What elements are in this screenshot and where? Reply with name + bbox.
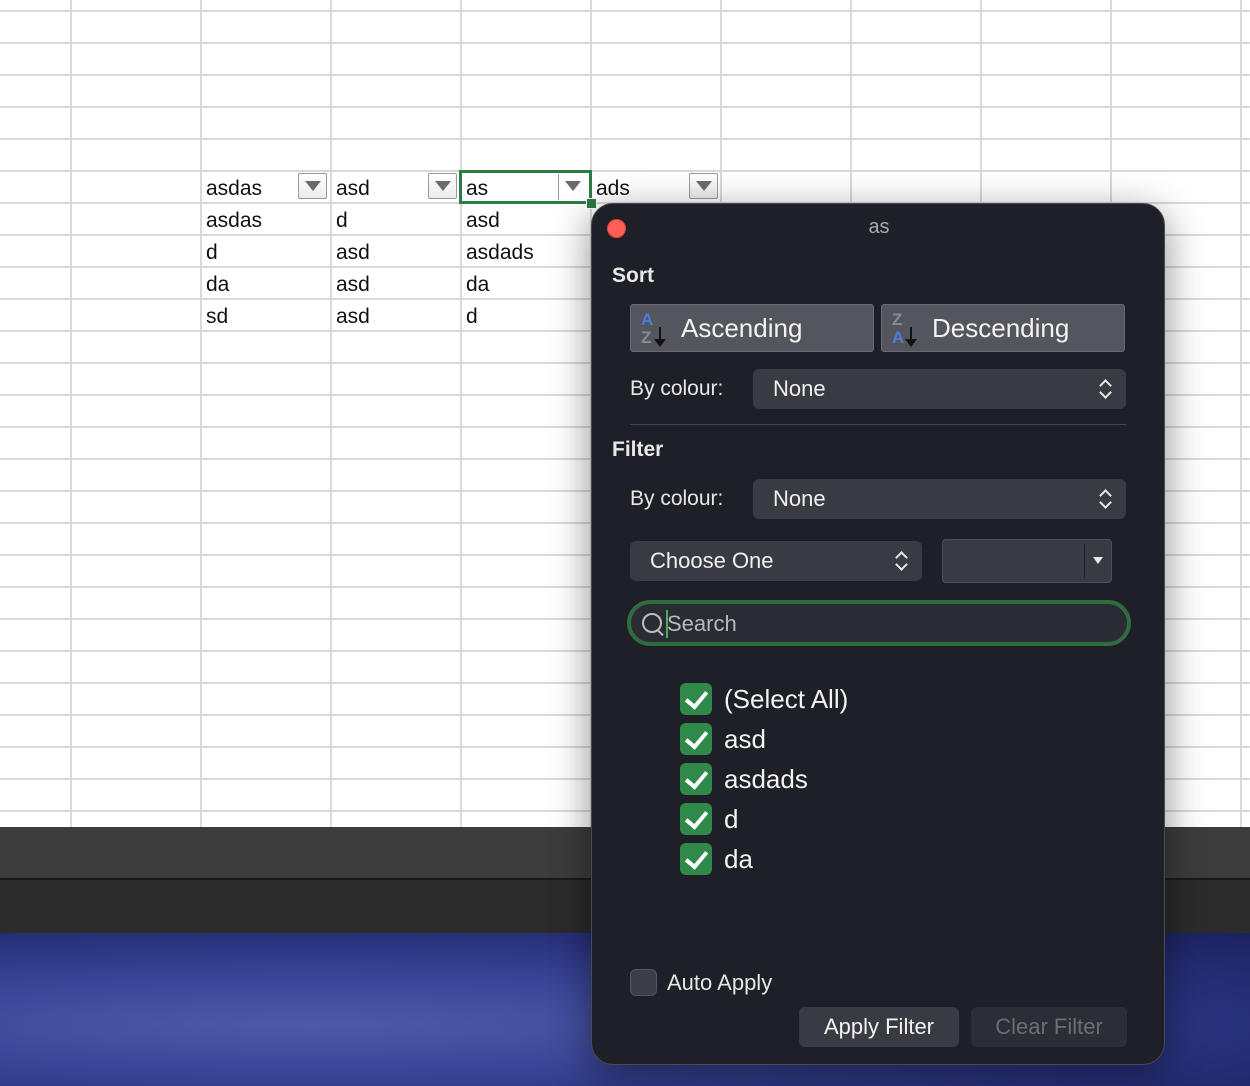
sort-ascending-button[interactable]: A Z Ascending (630, 304, 874, 352)
list-item-label: d (724, 804, 739, 834)
search-input[interactable] (665, 606, 1109, 642)
table-cell[interactable]: asd (336, 236, 370, 266)
selected-cell-outline (459, 170, 592, 204)
auto-apply-label[interactable]: Auto Apply (667, 970, 772, 996)
sort-ascending-label: Ascending (681, 313, 803, 343)
table-cell[interactable]: d (336, 204, 348, 234)
header-cell[interactable]: asdas (206, 172, 262, 202)
filter-dropdown-button[interactable] (689, 173, 718, 199)
condition-select[interactable]: Choose One (630, 541, 922, 581)
search-icon (642, 613, 662, 633)
checkbox-checked[interactable] (680, 723, 712, 755)
sort-descending-icon: Z A (890, 309, 924, 349)
checkbox-checked[interactable] (680, 843, 712, 875)
table-cell[interactable]: da (466, 268, 489, 298)
list-item-label: da (724, 844, 753, 874)
list-item-label: asd (724, 724, 766, 754)
table-cell[interactable]: asd (466, 204, 500, 234)
checkbox-checked[interactable] (680, 683, 712, 715)
list-item-label: asdads (724, 764, 808, 794)
clear-filter-button[interactable]: Clear Filter (971, 1007, 1127, 1047)
table-cell[interactable]: asd (336, 268, 370, 298)
filter-dropdown-button[interactable] (298, 173, 327, 199)
sort-heading: Sort (612, 264, 654, 287)
sort-by-colour-select[interactable]: None (753, 369, 1126, 409)
sort-by-colour-value: None (773, 376, 826, 401)
list-item-label: (Select All) (724, 684, 849, 714)
table-cell[interactable]: d (206, 236, 218, 266)
filter-heading: Filter (612, 438, 664, 461)
table-cell[interactable]: da (206, 268, 229, 298)
sort-by-colour-label: By colour: (630, 377, 724, 400)
header-cell[interactable]: asd (336, 172, 370, 202)
chevron-updown-icon (1098, 378, 1112, 400)
popup-title: as (868, 216, 890, 238)
text-cursor (666, 610, 668, 638)
table-cell[interactable]: d (466, 300, 478, 330)
filter-by-colour-select[interactable]: None (753, 479, 1126, 519)
filter-by-colour-label: By colour: (630, 487, 724, 510)
sort-descending-label: Descending (932, 313, 1070, 343)
table-cell[interactable]: asdas (206, 204, 262, 234)
table-cell[interactable]: asd (336, 300, 370, 330)
table-cell[interactable]: asdads (466, 236, 534, 266)
chevron-down-icon[interactable] (1093, 557, 1103, 564)
checkbox-checked[interactable] (680, 803, 712, 835)
apply-filter-button[interactable]: Apply Filter (799, 1007, 959, 1047)
table-cell[interactable]: sd (206, 300, 228, 330)
search-field[interactable] (627, 600, 1131, 646)
chevron-updown-icon (894, 550, 908, 572)
filter-by-colour-value: None (773, 486, 826, 511)
filter-dropdown-button[interactable] (428, 173, 457, 199)
auto-apply-checkbox[interactable] (630, 969, 657, 996)
header-cell[interactable]: ads (596, 172, 630, 202)
checkbox-checked[interactable] (680, 763, 712, 795)
condition-value-combobox[interactable] (942, 539, 1112, 583)
fill-handle[interactable] (586, 198, 597, 209)
sort-ascending-icon: A Z (639, 309, 673, 349)
sort-descending-button[interactable]: Z A Descending (881, 304, 1125, 352)
divider (630, 424, 1126, 425)
condition-value: Choose One (650, 548, 774, 573)
filter-popup: as Sort A Z Ascending Z A Descending By … (591, 203, 1165, 1065)
chevron-updown-icon (1098, 488, 1112, 510)
